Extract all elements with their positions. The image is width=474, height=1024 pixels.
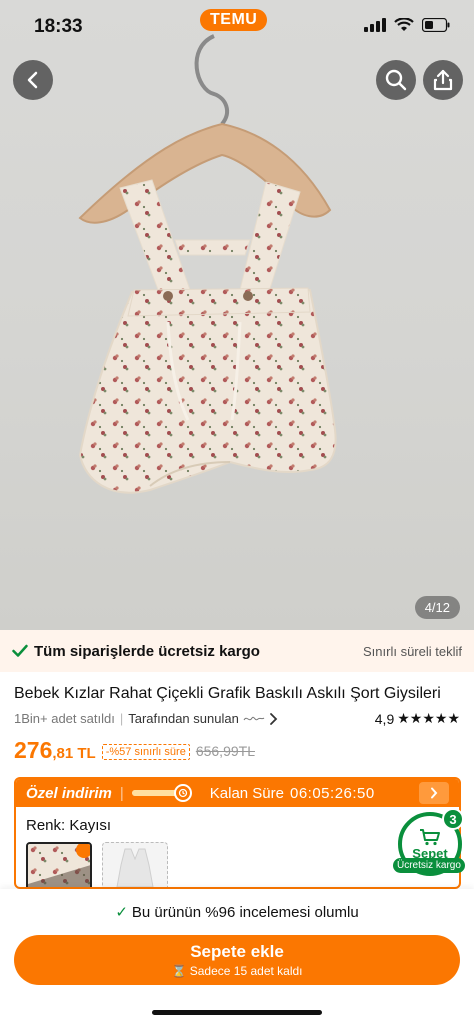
free-shipping-text: Tüm siparişlerde ücretsiz kargo	[34, 642, 260, 660]
swatch-thumbnail	[116, 848, 154, 887]
seller-signature-icon	[243, 716, 265, 720]
product-image[interactable]: 18:33 TEMU 4/12	[0, 0, 474, 630]
home-indicator	[152, 1010, 322, 1015]
price-decimal: ,81 TL	[52, 745, 96, 762]
timer-icon	[173, 784, 192, 802]
check-icon	[12, 644, 28, 657]
check-icon: ✓	[115, 904, 128, 921]
deal-expand-button[interactable]	[419, 782, 449, 804]
chevron-right-icon[interactable]	[269, 712, 279, 726]
rating-value: 4,9	[374, 710, 395, 727]
stock-note: ⌛ Sadece 15 adet kaldı	[171, 964, 302, 978]
cart-icon	[420, 828, 440, 845]
status-time: 18:33	[34, 16, 83, 37]
add-to-cart-label: Sepete ekle	[190, 942, 284, 961]
discount-badge: -%57 sınırlı süre	[101, 744, 190, 760]
image-counter: 4/12	[414, 596, 460, 619]
wifi-icon	[394, 18, 414, 31]
cart-free-shipping-tag: Ücretsiz kargo	[393, 858, 465, 873]
meta-separator: |	[119, 711, 124, 726]
product-meta-row: 1Bin+ adet satıldı | Tarafından sunulan …	[14, 710, 460, 727]
review-note: ✓ Bu ürünün %96 incelemesi olumlu	[0, 903, 474, 921]
hourglass-icon: ⌛	[171, 964, 190, 978]
fire-icon	[76, 844, 90, 858]
color-swatches	[26, 842, 449, 887]
bottom-panel: ✓ Bu ürünün %96 incelemesi olumlu Sepete …	[0, 889, 474, 1024]
search-button[interactable]	[376, 60, 416, 100]
share-icon	[433, 69, 453, 91]
brand-logo: TEMU	[200, 9, 268, 31]
price-integer: 276	[14, 737, 53, 763]
signal-icon	[364, 18, 386, 32]
share-button[interactable]	[423, 60, 463, 100]
color-swatch-apricot[interactable]	[26, 842, 92, 887]
chevron-left-icon	[27, 71, 38, 89]
special-discount-box[interactable]: Özel indirim | Kalan Süre 06:05:26:50 Re…	[14, 777, 461, 889]
back-button[interactable]	[13, 60, 53, 100]
seller-link[interactable]: Tarafından sunulan	[128, 711, 239, 726]
rating[interactable]: 4,9 ★★★★★	[375, 710, 460, 727]
stock-note-text: Sadece 15 adet kaldı	[189, 964, 303, 978]
color-swatch-alternate[interactable]	[102, 842, 168, 887]
add-to-cart-button[interactable]: Sepete ekle ⌛ Sadece 15 adet kaldı	[14, 935, 460, 985]
deal-body: Renk: Kayısı	[16, 807, 459, 887]
product-title: Bebek Kızlar Rahat Çiçekli Grafik Baskıl…	[14, 685, 441, 702]
deal-title: Özel indirim	[26, 784, 112, 802]
original-price: 656,99TL	[195, 743, 255, 759]
search-icon	[385, 69, 407, 91]
sold-count: 1Bin+ adet satıldı	[14, 711, 115, 726]
price-row: 276 ,81 TL -%57 sınırlı süre 656,99TL	[14, 737, 255, 764]
limited-offer-text: Sınırlı süreli teklif	[363, 643, 462, 659]
battery-icon	[422, 18, 450, 32]
shipping-banner[interactable]: Tüm siparişlerde ücretsiz kargo Sınırlı …	[0, 630, 474, 672]
shipping-left: Tüm siparişlerde ücretsiz kargo	[12, 643, 363, 660]
status-icons	[364, 18, 450, 32]
deal-progress-bar	[131, 784, 192, 802]
cart-count-badge: 3	[442, 808, 464, 830]
deal-header[interactable]: Özel indirim | Kalan Süre 06:05:26:50	[16, 779, 459, 807]
color-label: Renk: Kayısı	[26, 817, 112, 834]
review-note-text: Bu ürünün %96 incelemesi olumlu	[131, 904, 359, 921]
star-rating-icon: ★★★★★	[397, 710, 460, 726]
countdown-timer: 06:05:26:50	[289, 784, 375, 802]
deal-separator: |	[119, 784, 124, 802]
chevron-right-icon	[431, 787, 438, 799]
remaining-time-label: Kalan Süre	[209, 784, 284, 802]
